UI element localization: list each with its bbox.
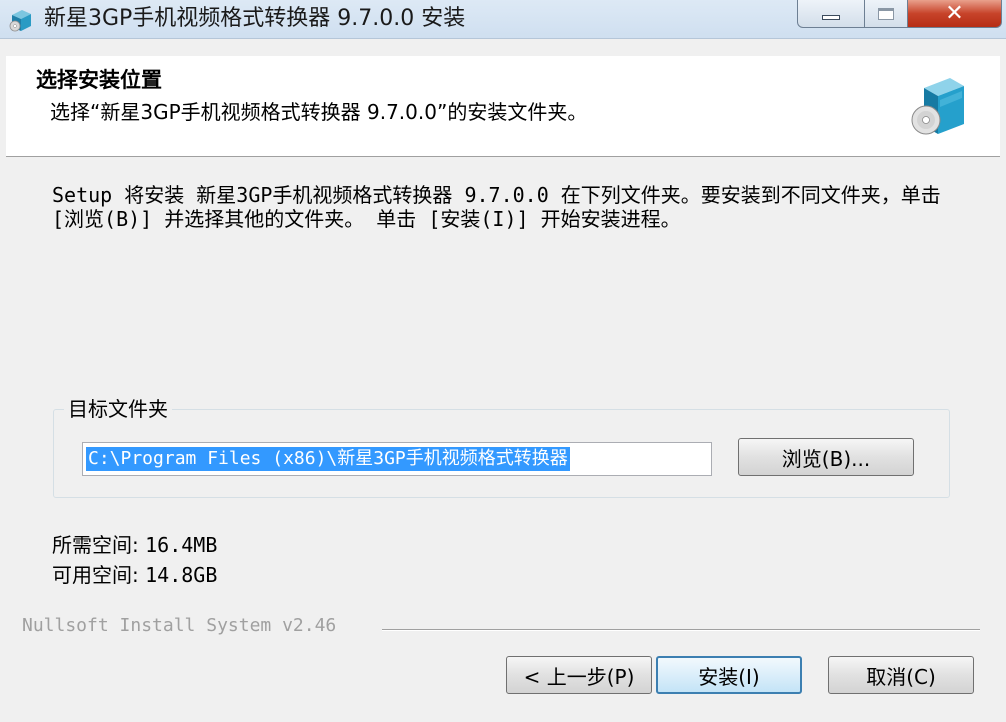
window-title: 新星3GP手机视频格式转换器 9.7.0.0 安装 bbox=[44, 6, 466, 31]
installer-window: 新星3GP手机视频格式转换器 9.7.0.0 安装 ✕ 选择安装位置 选择“新星… bbox=[0, 0, 1006, 722]
page-subtitle: 选择“新星3GP手机视频格式转换器 9.7.0.0”的安装文件夹。 bbox=[50, 100, 588, 124]
available-space-value: 14.8GB bbox=[145, 563, 218, 587]
available-space-label: 可用空间: bbox=[52, 563, 139, 587]
available-space: 可用空间: 14.8GB bbox=[52, 562, 217, 588]
page-title: 选择安装位置 bbox=[36, 68, 162, 92]
minimize-icon bbox=[822, 15, 840, 20]
title-bar[interactable]: 新星3GP手机视频格式转换器 9.7.0.0 安装 ✕ bbox=[0, 0, 1006, 39]
maximize-icon bbox=[878, 7, 894, 20]
header-panel: 选择安装位置 选择“新星3GP手机视频格式转换器 9.7.0.0”的安装文件夹。 bbox=[6, 56, 1000, 157]
install-button[interactable]: 安装(I) bbox=[656, 656, 802, 694]
required-space-label: 所需空间: bbox=[52, 533, 139, 557]
installer-box-icon bbox=[9, 10, 31, 32]
back-button[interactable]: < 上一步(P) bbox=[506, 656, 652, 694]
required-space: 所需空间: 16.4MB bbox=[52, 532, 217, 558]
nsis-branding: Nullsoft Install System v2.46 bbox=[22, 615, 337, 636]
close-icon: ✕ bbox=[945, 0, 964, 26]
required-space-value: 16.4MB bbox=[145, 533, 218, 557]
browse-button[interactable]: 浏览(B)... bbox=[738, 438, 914, 476]
close-button[interactable]: ✕ bbox=[907, 0, 1002, 28]
install-description: Setup 将安装 新星3GP手机视频格式转换器 9.7.0.0 在下列文件夹。… bbox=[52, 183, 941, 231]
destination-path-input[interactable]: C:\Program Files (x86)\新星3GP手机视频格式转换器 bbox=[82, 442, 712, 476]
box-with-disc-icon bbox=[911, 78, 964, 135]
maximize-button[interactable] bbox=[864, 0, 908, 28]
destination-path-value: C:\Program Files (x86)\新星3GP手机视频格式转换器 bbox=[86, 447, 570, 471]
cancel-button[interactable]: 取消(C) bbox=[828, 656, 974, 694]
destination-group-label: 目标文件夹 bbox=[64, 396, 172, 422]
footer-divider bbox=[382, 629, 980, 631]
minimize-button[interactable] bbox=[797, 0, 865, 28]
